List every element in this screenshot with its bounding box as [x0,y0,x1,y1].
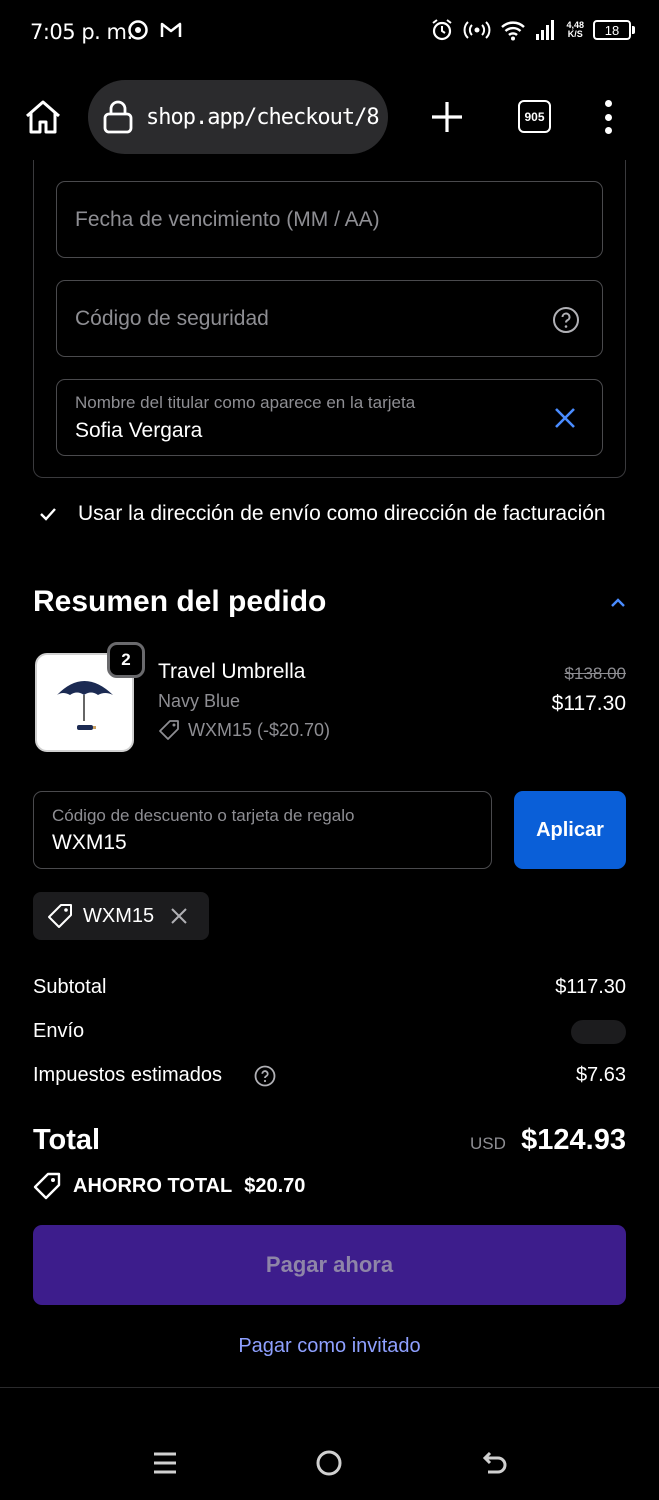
discount-code-value: WXM15 [52,831,127,854]
shipping-label: Envío [33,1020,85,1042]
status-time: 7:05 p. m. [30,20,133,44]
security-code-placeholder: Código de seguridad [75,307,269,330]
subtotal-label: Subtotal [33,976,107,998]
savings-value: $20.70 [244,1174,306,1197]
network-speed: 4,48 K/S [566,21,584,39]
pay-as-guest-link[interactable]: Pagar como invitado [0,1335,659,1358]
subtotal-value: $117.30 [555,976,626,998]
address-bar[interactable]: shop.app/checkout/8 [88,80,388,154]
billing-same-as-shipping-checkbox[interactable]: Usar la dirección de envío como direcció… [38,502,606,526]
total-currency: USD [470,1134,506,1153]
product-original-price: $138.00 [564,664,626,683]
battery-icon: 18 [593,20,635,40]
nav-divider [0,1387,659,1388]
status-notification-icons [128,20,182,40]
apply-button[interactable]: Aplicar [514,791,626,869]
product-discount-text: WXM15 (-$20.70) [188,719,331,740]
home-nav-icon[interactable] [314,1448,344,1478]
recent-apps-icon[interactable] [150,1448,180,1478]
check-icon [40,508,56,521]
signal-icon [536,20,555,40]
quantity-badge: 2 [107,642,145,678]
taxes-label: Impuestos estimados [33,1064,222,1086]
product-variant: Navy Blue [158,691,241,711]
tag-icon [159,720,179,740]
expiry-date-placeholder: Fecha de vencimiento (MM / AA) [75,208,380,231]
applied-code-text: WXM15 [83,904,155,927]
total-label: Total [33,1124,101,1156]
chevron-up-icon[interactable] [608,595,628,611]
network-speed-unit: K/S [567,29,583,39]
browser-menu-icon[interactable] [598,98,618,136]
total-savings: AHORRO TOTAL $20.70 [33,1172,305,1200]
home-icon[interactable] [22,96,64,138]
discount-code-label: Código de descuento o tarjeta de regalo [52,806,355,825]
expiry-date-field[interactable]: Fecha de vencimiento (MM / AA) [56,181,603,258]
tag-icon [33,1172,61,1200]
help-icon[interactable] [254,1065,276,1087]
security-code-field[interactable]: Código de seguridad [56,280,603,357]
pay-now-button[interactable]: Pagar ahora [33,1225,626,1305]
url-text: shop.app/checkout/8 [146,104,380,130]
shipping-loading-placeholder [571,1020,626,1044]
clear-icon[interactable] [552,405,578,431]
applied-code-chip: WXM15 [33,892,209,940]
billing-same-label: Usar la dirección de envío como direcció… [78,502,606,525]
savings-label: AHORRO TOTAL [73,1174,233,1197]
cardholder-name-value: Sofia Vergara [75,419,203,442]
chrome-icon [128,20,148,40]
lock-icon [103,100,133,134]
taxes-value: $7.63 [575,1064,626,1086]
browser-toolbar: shop.app/checkout/8 905 [0,80,659,156]
back-icon[interactable] [480,1448,510,1478]
cardholder-name-field[interactable]: Nombre del titular como aparece en la ta… [56,379,603,456]
help-icon[interactable] [552,306,580,334]
battery-level: 18 [604,22,620,38]
remove-code-icon[interactable] [170,907,188,925]
status-bar: 7:05 p. m. 4,48 K/S 18 [0,0,659,66]
status-system-icons: 4,48 K/S 18 [430,18,635,42]
cardholder-name-label: Nombre del titular como aparece en la ta… [75,393,416,412]
new-tab-icon[interactable] [428,98,466,136]
discount-code-field[interactable]: Código de descuento o tarjeta de regalo … [33,791,492,869]
gmail-icon [160,22,182,37]
quantity-value: 2 [121,650,131,669]
total-value: $124.93 [521,1124,626,1156]
alarm-icon [432,19,453,41]
product-name: Travel Umbrella [158,660,306,683]
product-price: $117.30 [551,692,626,715]
hotspot-icon [464,21,491,39]
tab-count: 905 [524,109,545,124]
tab-switcher-button[interactable]: 905 [518,100,551,133]
system-navigation-bar [0,1430,659,1496]
order-summary-title: Resumen del pedido [33,585,327,618]
wifi-icon [501,21,526,41]
product-discount: WXM15 (-$20.70) [158,719,330,741]
tag-icon [48,904,72,928]
